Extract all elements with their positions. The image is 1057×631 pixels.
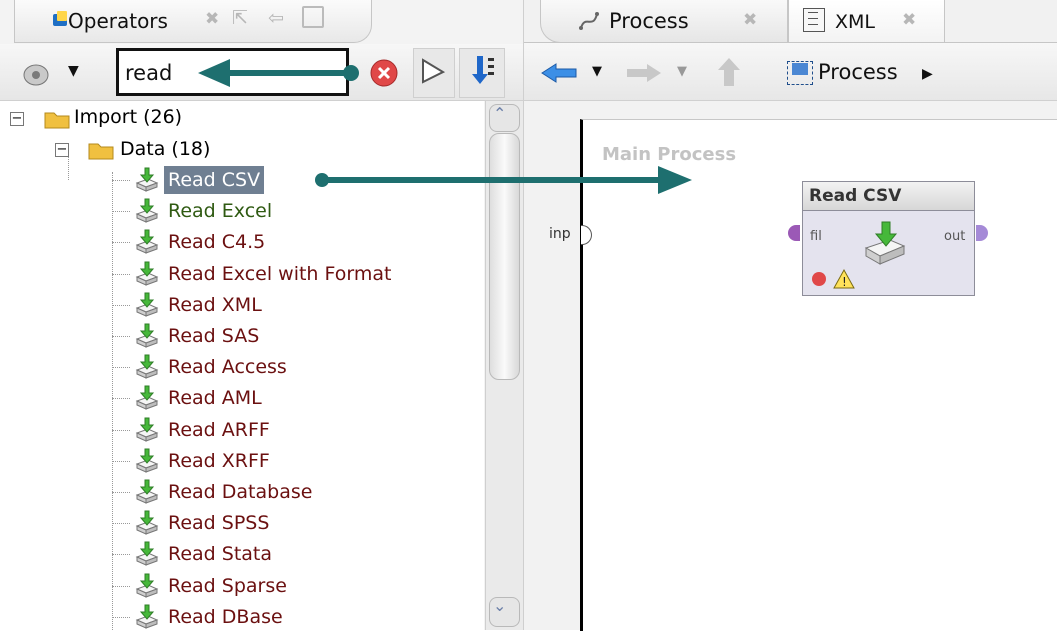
read-operator-icon (135, 261, 159, 286)
tree-leaf-read-sas[interactable]: Read SAS (164, 322, 263, 350)
read-operator-icon (135, 385, 159, 410)
chevron-right-icon[interactable]: ▶ (922, 66, 933, 82)
read-operator-icon (135, 417, 159, 442)
tree-leaf-read-aml[interactable]: Read AML (164, 384, 266, 412)
breadcrumb[interactable]: Process (818, 60, 898, 84)
tree-connector (112, 398, 130, 400)
operator-title: Read CSV (802, 181, 975, 211)
tree-leaf-read-database[interactable]: Read Database (164, 478, 316, 506)
output-port-label: out (944, 229, 966, 244)
process-icon (579, 12, 599, 30)
chevron-down-icon[interactable]: ▼ (592, 64, 602, 79)
read-operator-icon (135, 541, 159, 566)
input-port-label: fil (810, 229, 822, 244)
tree-leaf-read-stata[interactable]: Read Stata (164, 540, 276, 568)
maximize-icon[interactable]: ⇱ (232, 7, 248, 29)
read-operator-icon (135, 573, 159, 598)
read-operator-icon (135, 229, 159, 254)
chevron-down-icon[interactable]: ▼ (68, 63, 79, 79)
tree-leaf-read-excel[interactable]: Read Excel (164, 197, 276, 225)
tree-leaf-read-c4-5[interactable]: Read C4.5 (164, 228, 269, 256)
read-csv-operator-icon (864, 221, 906, 265)
read-operator-icon (135, 292, 159, 317)
tree-connector (112, 242, 130, 244)
input-port-fil[interactable] (788, 225, 800, 241)
tree-leaf-read-sparse[interactable]: Read Sparse (164, 572, 291, 600)
tree-item-import[interactable]: Import (26) (74, 103, 182, 131)
tree-connector (112, 367, 130, 369)
forward-icon[interactable] (625, 62, 665, 84)
read-operator-icon (135, 198, 159, 223)
clear-search-icon[interactable] (369, 58, 399, 88)
collapse-import-button[interactable]: − (10, 112, 24, 126)
tree-connector (112, 523, 130, 525)
xml-icon-line (808, 24, 818, 25)
tree-item-data[interactable]: Data (18) (120, 135, 210, 163)
tree-connector (112, 336, 130, 338)
tree-connector (112, 617, 130, 619)
sort-icon (472, 56, 494, 84)
tree-leaf-read-spss[interactable]: Read SPSS (164, 509, 273, 537)
xml-icon-line (808, 12, 818, 13)
svg-text:!: ! (842, 275, 847, 289)
tree-leaf-read-csv[interactable]: Read CSV (164, 166, 265, 194)
operator-status-icons: ! (812, 268, 855, 289)
drag-arrow (315, 166, 692, 194)
read-operator-icon (135, 448, 159, 473)
back-icon[interactable] (540, 62, 580, 84)
chevron-down-icon: ⌄ (493, 596, 507, 615)
up-icon[interactable] (716, 56, 742, 88)
arrow-to-search (198, 59, 359, 87)
chevron-up-icon: ⌃ (493, 104, 507, 123)
read-operator-icon (135, 167, 159, 192)
operator-tool-icon[interactable] (22, 58, 54, 88)
tab-xml-label: XML (835, 11, 875, 33)
filter-icon (422, 58, 446, 84)
tree-leaf-read-dbase[interactable]: Read DBase (164, 603, 287, 631)
tab-process-label: Process (609, 9, 689, 33)
tree-leaf-read-access[interactable]: Read Access (164, 353, 291, 381)
read-operator-icon (135, 510, 159, 535)
canvas-title: Main Process (602, 144, 737, 165)
read-operator-icon (135, 323, 159, 348)
tree-connector (112, 180, 130, 182)
close-tab-icon[interactable]: ✖ (743, 10, 757, 30)
tree-leaf-read-arff[interactable]: Read ARFF (164, 416, 274, 444)
chevron-down-icon[interactable]: ▼ (677, 64, 687, 79)
tree-connector (112, 492, 130, 494)
tree-connector (112, 430, 130, 432)
dock-icon[interactable]: ⇦ (268, 7, 284, 29)
tree-leaf-read-xml[interactable]: Read XML (164, 291, 266, 319)
tree-leaf-read-xrff[interactable]: Read XRFF (164, 447, 274, 475)
tree-connector (112, 305, 130, 307)
read-operator-icon (135, 479, 159, 504)
folder-icon (88, 143, 114, 160)
tree-connector (112, 211, 130, 213)
tree-connector (112, 461, 130, 463)
tree-connector (112, 554, 130, 556)
tree-connector (112, 274, 130, 276)
process-breadcrumb-icon-fill (792, 63, 808, 75)
tree-connector (112, 586, 130, 588)
tree-connector (112, 172, 114, 630)
tree-leaf-read-excel-with-format[interactable]: Read Excel with Format (164, 260, 395, 288)
close-tab-icon[interactable]: ✖ (205, 9, 219, 29)
detach-icon[interactable] (302, 6, 324, 28)
close-tab-icon[interactable]: ✖ (902, 10, 916, 30)
collapse-data-button[interactable]: − (55, 143, 69, 157)
operators-tab-label: Operators (68, 9, 168, 33)
main-input-label: inp (549, 226, 571, 242)
folder-icon (44, 112, 70, 129)
read-operator-icon (135, 354, 159, 379)
read-operator-icon (135, 604, 159, 629)
xml-icon-line (808, 18, 818, 19)
